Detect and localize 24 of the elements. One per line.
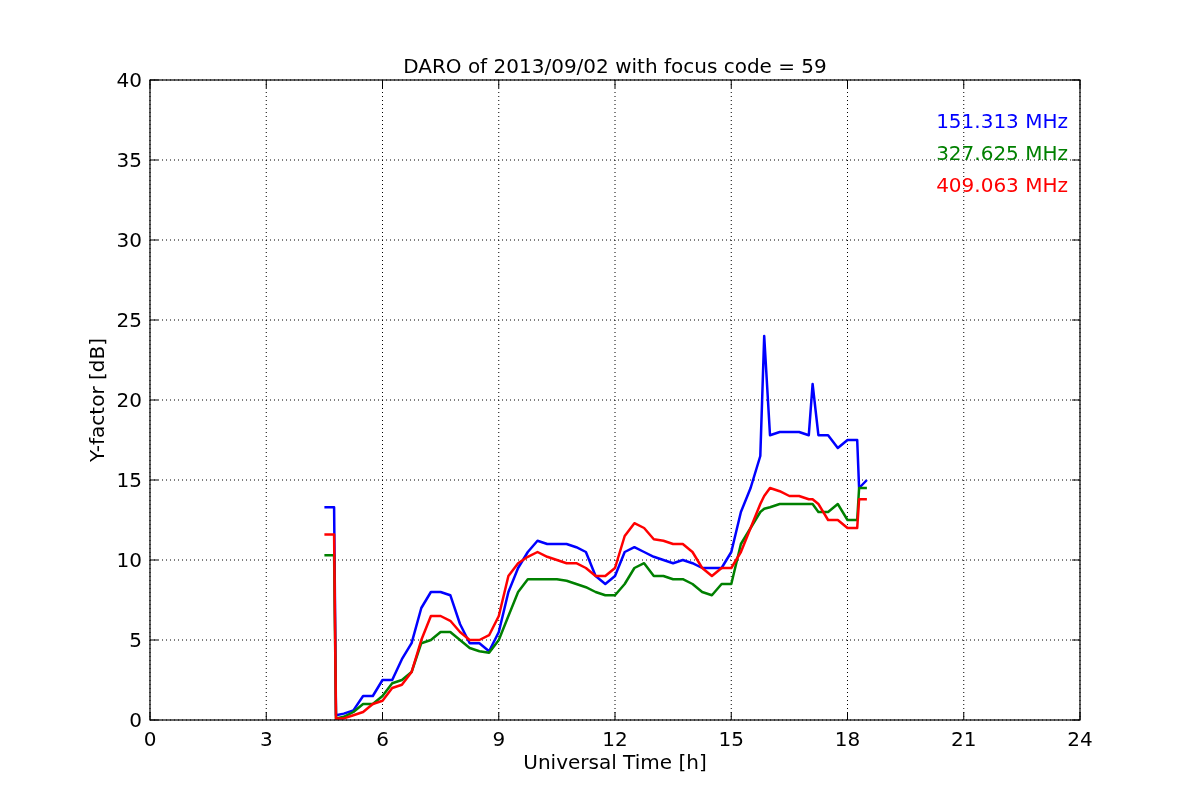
y-tick-label: 10	[116, 548, 142, 572]
y-tick-label: 20	[116, 388, 142, 412]
y-tick-label: 15	[116, 468, 142, 492]
x-tick-label: 24	[1067, 727, 1093, 751]
x-tick-label: 21	[951, 727, 977, 751]
x-tick-label: 9	[492, 727, 506, 751]
x-tick-label: 3	[259, 727, 273, 751]
legend-label: 151.313 MHz	[936, 109, 1068, 133]
x-tick-label: 0	[143, 727, 157, 751]
legend-label: 409.063 MHz	[936, 173, 1068, 197]
y-tick-label: 25	[116, 308, 142, 332]
y-tick-label: 0	[129, 708, 142, 732]
x-tick-label: 6	[376, 727, 389, 751]
x-tick-label: 15	[718, 727, 744, 751]
y-axis-label: Y-factor [dB]	[85, 338, 109, 462]
x-tick-label: 18	[834, 727, 861, 751]
x-axis-label: Universal Time [h]	[523, 750, 707, 774]
legend-label: 327.625 MHz	[936, 141, 1068, 165]
x-tick-label: 12	[602, 727, 628, 751]
y-tick-label: 35	[116, 148, 142, 172]
y-tick-label: 40	[116, 68, 142, 92]
y-tick-label: 30	[116, 228, 142, 252]
chart-title: DARO of 2013/09/02 with focus code = 59	[403, 54, 827, 78]
y-tick-label: 5	[129, 628, 142, 652]
